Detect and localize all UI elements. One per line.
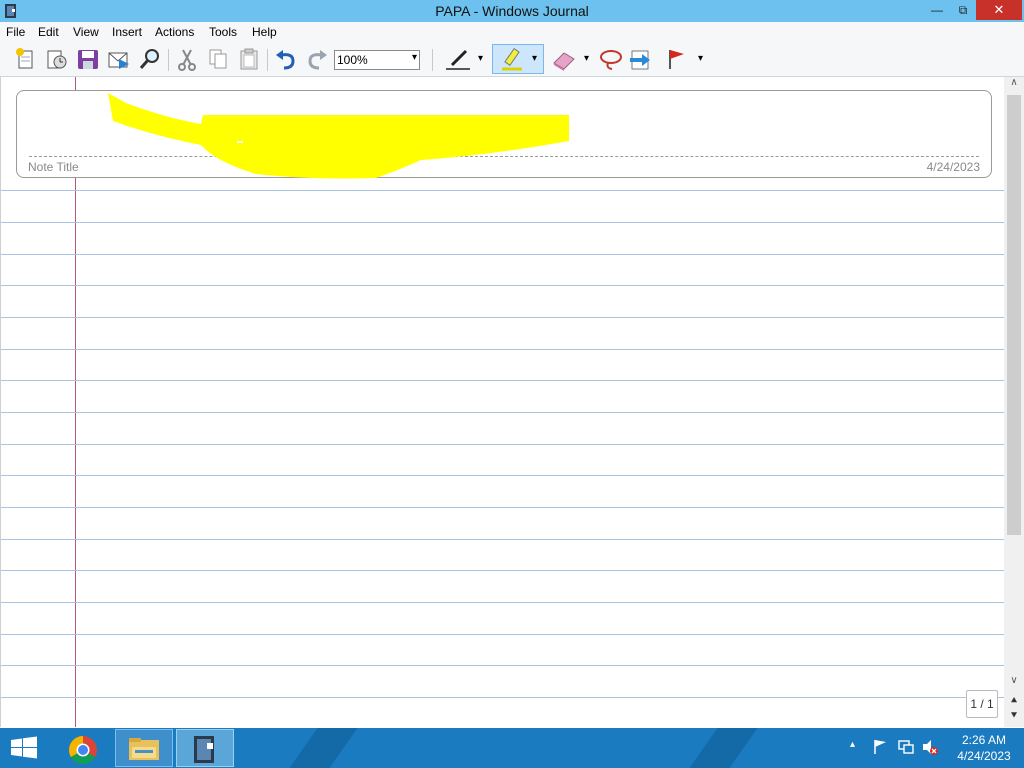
rule-line: [1, 570, 1005, 571]
rule-line: [1, 349, 1005, 350]
scroll-down-icon[interactable]: ∨: [1004, 675, 1024, 691]
menu-view[interactable]: View: [73, 25, 99, 39]
note-page[interactable]: Note Title 4/24/2023: [0, 77, 1005, 727]
toolbar-separator: [168, 49, 169, 71]
new-note-from-template-icon[interactable]: [45, 47, 69, 71]
rule-line: [1, 507, 1005, 508]
rule-line: [1, 697, 1005, 698]
flag-dropdown-icon[interactable]: ▾: [698, 53, 703, 77]
scroll-up-icon[interactable]: ∧: [1004, 77, 1024, 93]
rule-line: [1, 412, 1005, 413]
pen-icon[interactable]: [444, 47, 474, 71]
vertical-scrollbar[interactable]: ∧ ∨: [1004, 77, 1024, 727]
eraser-icon[interactable]: [550, 47, 576, 71]
system-clock[interactable]: 2:26 AM 4/24/2023: [948, 732, 1020, 764]
redo-icon[interactable]: [305, 47, 329, 71]
menu-file[interactable]: File: [6, 25, 25, 39]
rule-line: [1, 602, 1005, 603]
file-explorer-icon[interactable]: [115, 729, 173, 767]
save-icon[interactable]: [76, 47, 100, 71]
rule-line: [1, 380, 1005, 381]
rule-line: [1, 539, 1005, 540]
rule-line: [1, 444, 1005, 445]
windows-journal-icon[interactable]: [176, 729, 234, 767]
window-title: PAPA - Windows Journal: [435, 3, 589, 19]
show-hidden-icons-button[interactable]: ▴: [850, 739, 855, 768]
taskbar-decoration: [275, 728, 365, 768]
cut-icon[interactable]: [175, 47, 199, 71]
title-bar: PAPA - Windows Journal — ⧉ ✕: [0, 0, 1024, 22]
menu-insert[interactable]: Insert: [112, 25, 142, 39]
highlighter-icon[interactable]: [500, 47, 526, 71]
menu-bar: File Edit View Insert Actions Tools Help: [0, 22, 1024, 43]
rule-line: [1, 634, 1005, 635]
menu-tools[interactable]: Tools: [209, 25, 237, 39]
network-icon[interactable]: [897, 738, 915, 768]
pen-dropdown-icon[interactable]: ▾: [478, 53, 483, 77]
rule-line: [1, 222, 1005, 223]
undo-icon[interactable]: [274, 47, 298, 71]
rule-line: [1, 254, 1005, 255]
rule-line: [1, 317, 1005, 318]
rule-line: [1, 665, 1005, 666]
zoom-value: 100%: [337, 53, 368, 67]
start-button[interactable]: [0, 729, 58, 767]
menu-edit[interactable]: Edit: [38, 25, 59, 39]
lasso-select-icon[interactable]: [598, 47, 624, 71]
taskbar: ▴ 2:26 AM 4/24/2023: [0, 728, 1024, 768]
previous-page-icon[interactable]: ⯅: [1006, 695, 1022, 709]
rule-line: [1, 475, 1005, 476]
find-icon[interactable]: [138, 47, 162, 71]
page-indicator: 1 / 1: [966, 690, 998, 718]
restore-button[interactable]: ⧉: [948, 0, 978, 20]
highlighter-dropdown-icon[interactable]: ▾: [532, 53, 537, 77]
clock-date: 4/24/2023: [957, 749, 1011, 763]
highlighter-stroke[interactable]: [1, 77, 1005, 197]
menu-help[interactable]: Help: [252, 25, 277, 39]
zoom-select[interactable]: 100% ▾: [334, 50, 420, 70]
close-button[interactable]: ✕: [976, 0, 1022, 20]
toolbar-separator: [432, 49, 433, 71]
taskbar-decoration: [675, 728, 765, 768]
copy-icon[interactable]: [206, 47, 230, 71]
clock-time: 2:26 AM: [961, 733, 1007, 747]
chevron-down-icon: ▾: [411, 52, 417, 63]
rule-line: [1, 285, 1005, 286]
insert-move-space-icon[interactable]: [628, 47, 654, 71]
scroll-thumb[interactable]: [1007, 95, 1021, 535]
menu-actions[interactable]: Actions: [155, 25, 194, 39]
action-center-flag-icon[interactable]: [872, 738, 888, 768]
paste-icon[interactable]: [237, 47, 261, 71]
eraser-dropdown-icon[interactable]: ▾: [584, 53, 589, 77]
chrome-icon[interactable]: [60, 729, 118, 767]
flag-icon[interactable]: [664, 47, 688, 71]
toolbar-separator: [267, 49, 268, 71]
new-note-icon[interactable]: [13, 47, 37, 71]
next-page-icon[interactable]: ⯆: [1006, 710, 1022, 724]
send-email-icon[interactable]: [107, 47, 131, 71]
volume-muted-icon[interactable]: [921, 738, 939, 768]
